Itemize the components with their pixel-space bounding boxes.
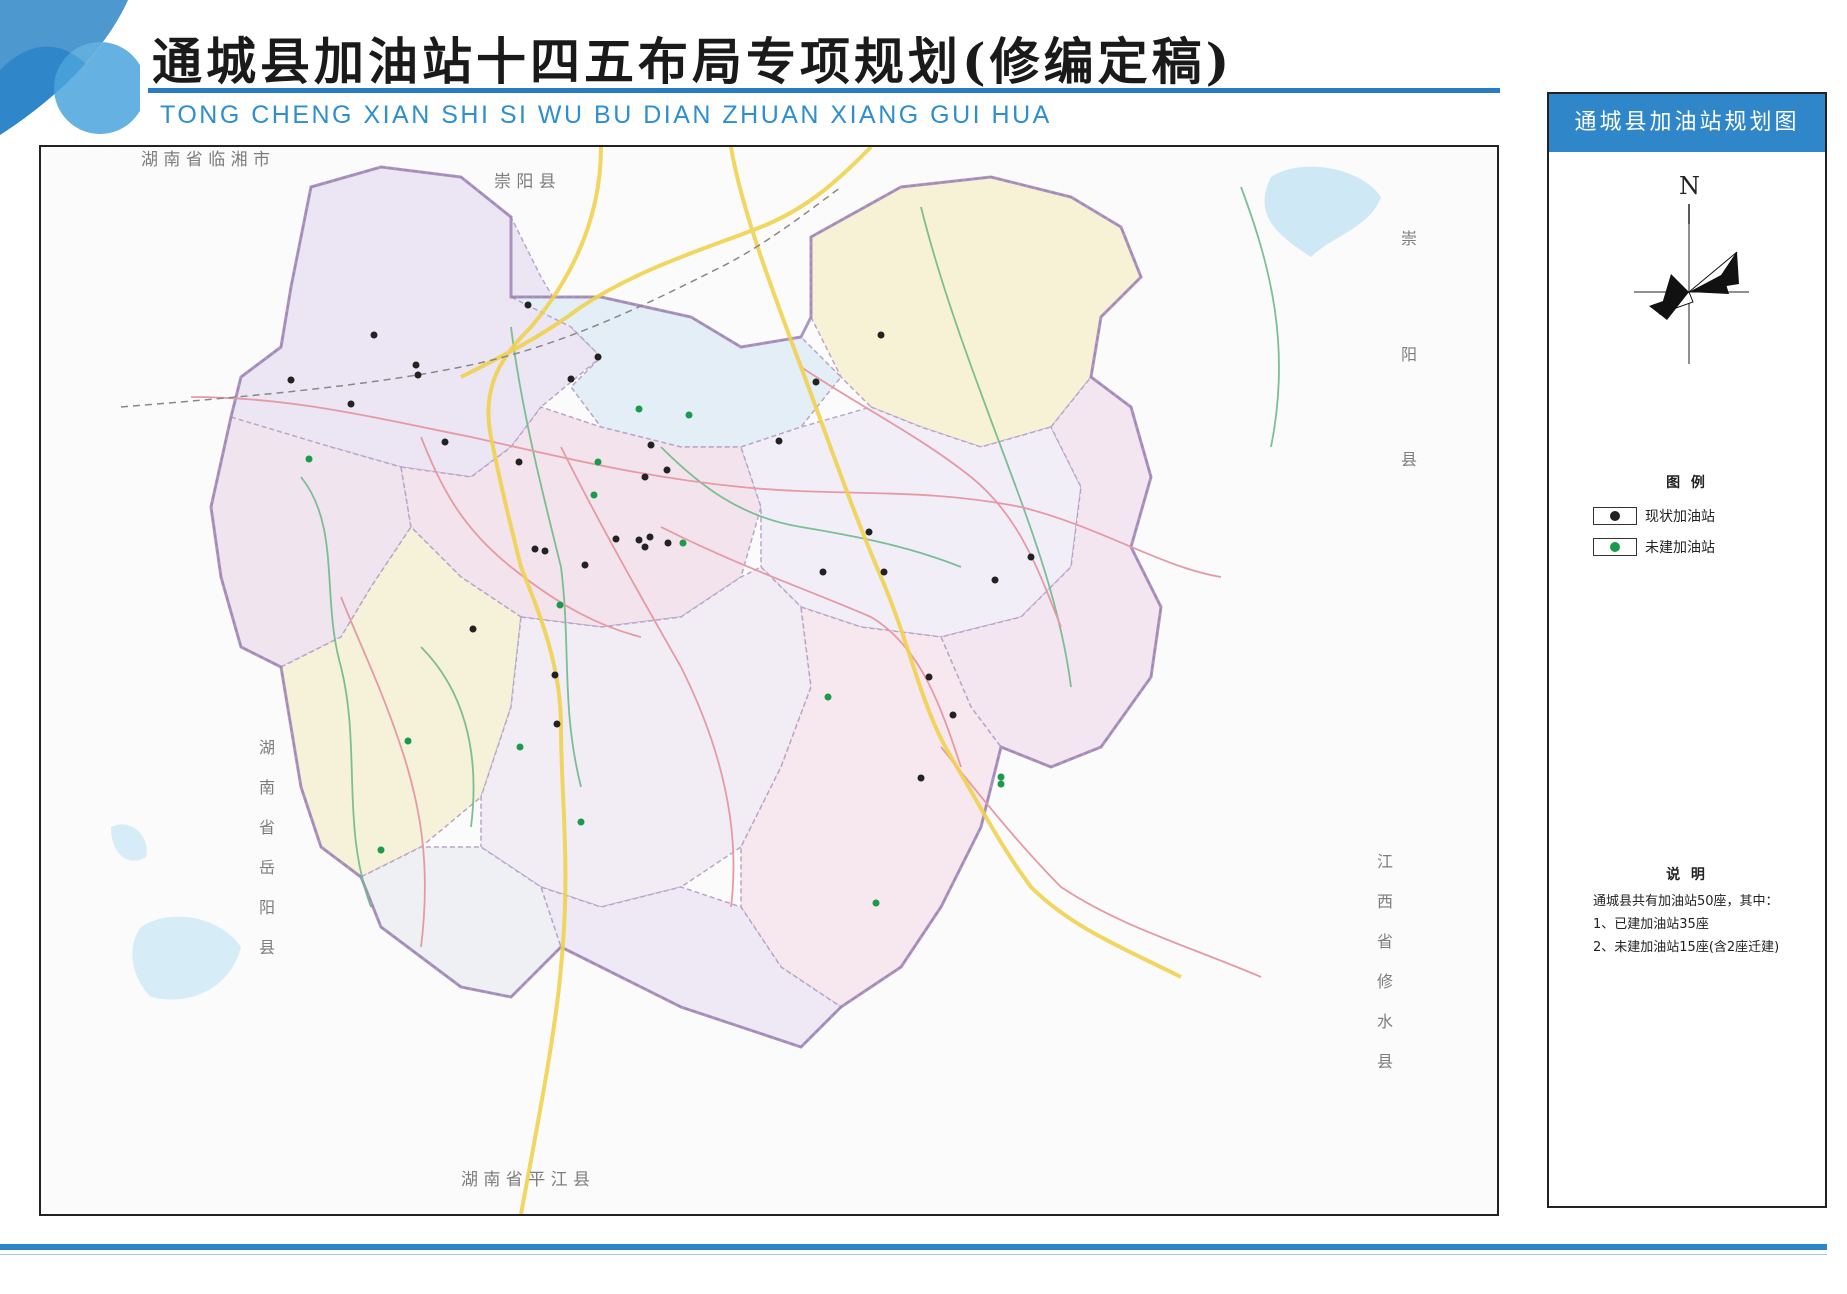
svg-text:江: 江	[1377, 852, 1393, 871]
station-existing	[775, 437, 783, 445]
station-existing	[641, 473, 649, 481]
station-existing	[1027, 553, 1035, 561]
svg-text:岳: 岳	[259, 858, 275, 877]
neighbor-label-nw: 湖 南 省 临 湘 市	[141, 150, 270, 170]
station-existing	[469, 625, 477, 633]
station-existing	[949, 711, 957, 719]
station-existing	[925, 673, 933, 681]
station-existing	[541, 547, 549, 555]
station-existing	[865, 528, 873, 536]
station-planned	[377, 846, 385, 854]
station-existing	[567, 375, 575, 383]
station-planned	[516, 743, 524, 751]
svg-text:省: 省	[259, 818, 275, 837]
station-planned	[872, 899, 880, 907]
legend-label: 现状加油站	[1645, 509, 1715, 525]
station-existing	[531, 545, 539, 553]
station-planned	[997, 780, 1005, 788]
existing-station-dot-icon	[1610, 511, 1620, 521]
note-line: 2、未建加油站15座(含2座迁建)	[1593, 940, 1780, 955]
station-existing	[594, 353, 602, 361]
station-existing	[414, 371, 422, 379]
station-planned	[590, 491, 598, 499]
station-existing	[635, 536, 643, 544]
north-label: N	[1679, 172, 1700, 200]
station-planned	[685, 411, 693, 419]
station-existing	[663, 466, 671, 474]
station-existing	[646, 533, 654, 541]
legend-item-planned: 未建加油站	[1593, 537, 1715, 557]
notes: 通城县共有加油站50座，其中： 1、已建加油站35座 2、未建加油站15座(含2…	[1593, 890, 1779, 959]
svg-text:崇: 崇	[1401, 229, 1417, 248]
planned-station-dot-icon	[1610, 542, 1620, 552]
station-existing	[819, 568, 827, 576]
neighbor-label-north: 崇 阳 县	[494, 172, 556, 192]
station-existing	[441, 438, 449, 446]
svg-text:县: 县	[259, 938, 275, 957]
svg-text:县: 县	[1377, 1052, 1393, 1071]
station-planned	[305, 455, 313, 463]
panel-title: 通城县加油站规划图	[1549, 94, 1825, 152]
station-existing	[991, 576, 999, 584]
svg-text:阳: 阳	[259, 898, 275, 917]
svg-text:西: 西	[1377, 892, 1393, 911]
bottom-rule-thin	[0, 1254, 1827, 1255]
station-existing	[917, 774, 925, 782]
neighbor-label-south: 湖 南 省 平 江 县	[461, 1170, 590, 1190]
svg-text:县: 县	[1401, 450, 1417, 469]
note-line: 1、已建加油站35座	[1593, 917, 1709, 932]
station-existing	[287, 376, 295, 384]
station-planned	[997, 773, 1005, 781]
legend-item-existing: 现状加油站	[1593, 506, 1715, 526]
station-existing	[880, 568, 888, 576]
title-underline	[148, 88, 1500, 93]
map-canvas: 湖 南 省 临 湘 市 崇 阳 县 湖 南 省 平 江 县 崇 阳 县 湖 南 …	[41, 147, 1497, 1214]
bottom-rule	[0, 1244, 1827, 1250]
station-existing	[581, 561, 589, 569]
station-existing	[551, 671, 559, 679]
station-planned	[824, 693, 832, 701]
station-planned	[556, 601, 564, 609]
station-planned	[577, 818, 585, 826]
station-existing	[612, 535, 620, 543]
note-line: 通城县共有加油站50座，其中：	[1593, 894, 1779, 909]
svg-text:南: 南	[259, 778, 275, 797]
svg-text:湖: 湖	[259, 738, 275, 757]
station-existing	[412, 361, 420, 369]
station-existing	[515, 458, 523, 466]
station-existing	[370, 331, 378, 339]
north-arrow-icon: N	[1619, 164, 1759, 364]
station-existing	[524, 301, 532, 309]
notes-title: 说 明	[1666, 867, 1708, 883]
page-subtitle-pinyin: TONG CHENG XIAN SHI SI WU BU DIAN ZHUAN …	[160, 101, 1052, 129]
svg-text:省: 省	[1377, 932, 1393, 951]
station-existing	[553, 720, 561, 728]
station-planned	[594, 458, 602, 466]
legend-panel: 通城县加油站规划图 N 图 例 现状加油站 未建加油站 说 明 通城县共有加油站…	[1547, 92, 1827, 1208]
station-existing	[877, 331, 885, 339]
station-existing	[347, 400, 355, 408]
station-existing	[664, 539, 672, 547]
station-planned	[679, 539, 687, 547]
svg-text:阳: 阳	[1401, 345, 1417, 364]
corner-logo	[0, 0, 140, 135]
station-existing	[647, 441, 655, 449]
legend-title: 图 例	[1666, 475, 1708, 491]
station-existing	[812, 378, 820, 386]
station-planned	[404, 737, 412, 745]
station-planned	[635, 405, 643, 413]
svg-text:修: 修	[1377, 972, 1393, 991]
map-frame[interactable]: 湖 南 省 临 湘 市 崇 阳 县 湖 南 省 平 江 县 崇 阳 县 湖 南 …	[39, 145, 1499, 1216]
station-existing	[641, 543, 649, 551]
svg-text:水: 水	[1377, 1012, 1393, 1031]
legend-label: 未建加油站	[1645, 540, 1715, 556]
page-title: 通城县加油站十四五布局专项规划(修编定稿)	[152, 32, 1234, 91]
